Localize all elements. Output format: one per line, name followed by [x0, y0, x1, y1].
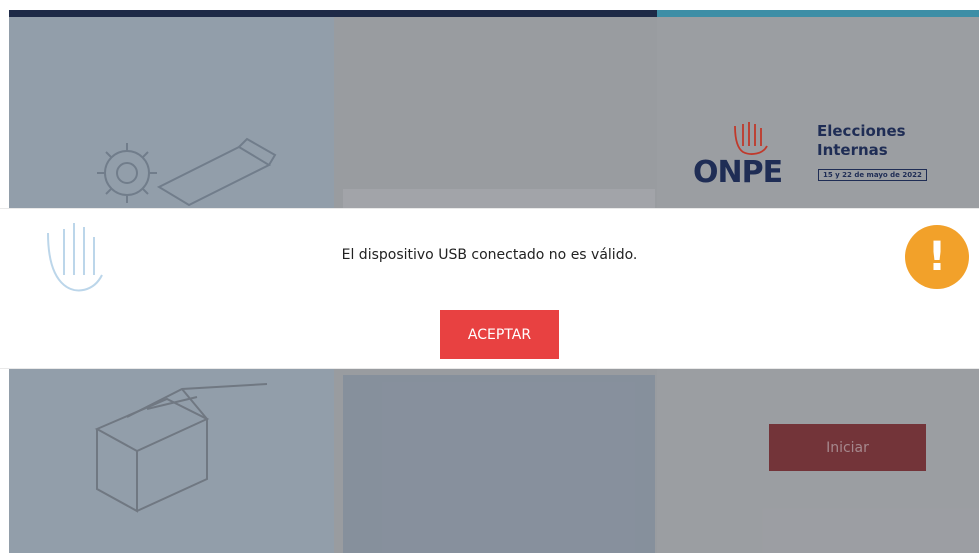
usb-error-dialog: El dispositivo USB conectado no es válid… — [0, 208, 979, 369]
exclamation-glyph: ! — [927, 234, 947, 280]
event-title-line-1: Elecciones — [817, 122, 906, 140]
top-bar-progress-teal — [657, 10, 979, 17]
event-title-line-2: Internas — [817, 141, 888, 159]
top-bar-progress-dark — [9, 10, 657, 17]
event-dates: 15 y 22 de mayo de 2022 — [818, 169, 927, 181]
top-bar — [0, 0, 979, 17]
accept-button[interactable]: ACEPTAR — [440, 310, 559, 359]
warning-icon: ! — [905, 225, 969, 289]
dialog-message: El dispositivo USB conectado no es válid… — [341, 247, 638, 263]
event-title: Elecciones Internas — [817, 122, 957, 160]
onpe-logo: ONPE Elecciones Internas 15 y 22 de mayo… — [693, 118, 963, 198]
logo-wordmark: ONPE — [693, 155, 783, 190]
hand-vote-icon — [731, 118, 775, 158]
